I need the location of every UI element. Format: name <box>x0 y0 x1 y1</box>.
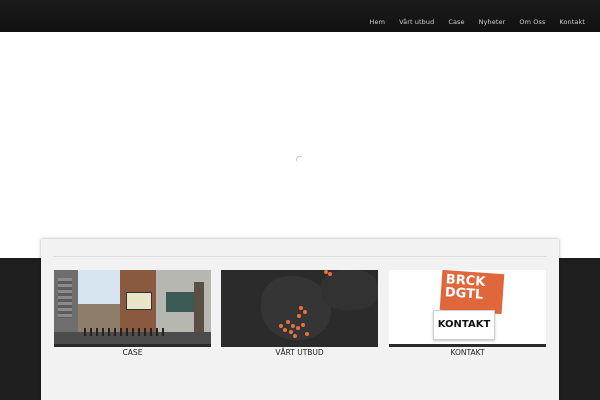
street-photo[interactable] <box>54 270 211 347</box>
loading-spinner-icon <box>296 156 303 163</box>
nav-item-case[interactable]: Case <box>441 18 471 26</box>
kontakt-sign: KONTAKT <box>433 310 495 340</box>
nav-item-nyheter[interactable]: Nyheter <box>472 18 513 26</box>
content-panel: CASE VÅRT UTBUD BRCK DGTL KONTAKT KONTAK… <box>41 239 559 400</box>
top-header: Hem Vårt utbud Case Nyheter Om Oss Konta… <box>0 0 600 32</box>
map-image[interactable] <box>221 270 378 347</box>
card-kontakt[interactable]: BRCK DGTL KONTAKT KONTAKT <box>389 270 546 357</box>
card-caption[interactable]: CASE <box>54 348 211 357</box>
hero-slider-area <box>0 32 600 258</box>
card-vart-utbud[interactable]: VÅRT UTBUD <box>221 270 378 357</box>
nav-item-hem[interactable]: Hem <box>363 18 393 26</box>
divider <box>53 256 547 257</box>
kontakt-image[interactable]: BRCK DGTL KONTAKT <box>389 270 546 347</box>
card-case[interactable]: CASE <box>54 270 211 357</box>
nav-item-kontakt[interactable]: Kontakt <box>552 18 592 26</box>
nav-item-om-oss[interactable]: Om Oss <box>512 18 552 26</box>
brckdgtl-logo: BRCK DGTL <box>439 270 505 315</box>
nav-item-vart-utbud[interactable]: Vårt utbud <box>392 18 441 26</box>
main-navigation: Hem Vårt utbud Case Nyheter Om Oss Konta… <box>363 18 592 26</box>
card-caption[interactable]: VÅRT UTBUD <box>221 348 378 357</box>
card-caption[interactable]: KONTAKT <box>389 348 546 357</box>
